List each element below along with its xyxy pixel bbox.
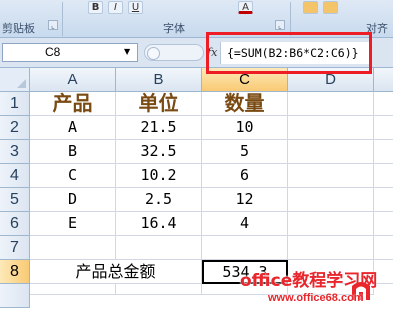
cell-a5[interactable]: D — [30, 188, 116, 212]
table-row: B 32.5 5 — [30, 140, 393, 164]
cell-a3[interactable]: B — [30, 140, 116, 164]
cell-e6[interactable] — [374, 212, 393, 236]
ribbon-group-clipboard: 剪贴板 — [2, 23, 35, 35]
table-row: A 21.5 10 — [30, 116, 393, 140]
align-button[interactable] — [303, 1, 318, 14]
cell-e7[interactable] — [374, 236, 393, 260]
cell-b9[interactable] — [116, 284, 202, 295]
cell-b7[interactable] — [116, 236, 202, 260]
table-row: E 16.4 4 — [30, 212, 393, 236]
watermark-url: www.office68.com — [268, 292, 364, 304]
row-header[interactable]: 5 — [0, 188, 30, 212]
row-header[interactable]: 1 — [0, 92, 30, 116]
cell-e3[interactable] — [374, 140, 393, 164]
row-header[interactable]: 8 — [0, 260, 30, 284]
cell-b4[interactable]: 10.2 — [116, 164, 202, 188]
italic-button[interactable]: I — [108, 1, 123, 14]
cell-e4[interactable] — [374, 164, 393, 188]
cell-a6[interactable]: E — [30, 212, 116, 236]
select-all-button[interactable] — [0, 68, 30, 92]
cell-a2[interactable]: A — [30, 116, 116, 140]
cell-e1[interactable] — [374, 92, 393, 116]
table-row — [30, 236, 393, 260]
table-row: D 2.5 12 — [30, 188, 393, 212]
cell-d7[interactable] — [288, 236, 374, 260]
cell-a9[interactable] — [30, 284, 116, 295]
row-header[interactable]: 7 — [0, 236, 30, 260]
cell-a8-total-label[interactable]: 产品总金额 — [30, 260, 202, 284]
cell-c3[interactable]: 5 — [202, 140, 288, 164]
worksheet-grid: 产品 单位 数量 A 21.5 10 B 32.5 5 C 10.2 6 D 2… — [30, 92, 393, 295]
cell-c4[interactable]: 6 — [202, 164, 288, 188]
cell-c2[interactable]: 10 — [202, 116, 288, 140]
row-header[interactable] — [0, 284, 30, 308]
ribbon-separator — [290, 2, 291, 36]
clipboard-launcher-icon[interactable]: ⌞ — [48, 20, 58, 30]
ribbon-separator — [62, 2, 63, 36]
column-header-b[interactable]: B — [116, 68, 202, 92]
column-header-a[interactable]: A — [30, 68, 116, 92]
cell-a1[interactable]: 产品 — [30, 92, 116, 116]
formula-highlight-box — [206, 32, 372, 74]
row-header[interactable]: 2 — [0, 116, 30, 140]
column-header-e[interactable] — [374, 68, 393, 92]
cell-c7[interactable] — [202, 236, 288, 260]
cell-d5[interactable] — [288, 188, 374, 212]
cell-e5[interactable] — [374, 188, 393, 212]
font-launcher-icon[interactable]: ⌞ — [275, 20, 285, 30]
chevron-down-icon[interactable]: ▼ — [124, 47, 130, 56]
cell-a4[interactable]: C — [30, 164, 116, 188]
cell-b3[interactable]: 32.5 — [116, 140, 202, 164]
orientation-button[interactable] — [323, 1, 338, 14]
cell-b5[interactable]: 2.5 — [116, 188, 202, 212]
cell-b6[interactable]: 16.4 — [116, 212, 202, 236]
table-row: C 10.2 6 — [30, 164, 393, 188]
cell-d6[interactable] — [288, 212, 374, 236]
cell-d2[interactable] — [288, 116, 374, 140]
cell-a7[interactable] — [30, 236, 116, 260]
cell-b2[interactable]: 21.5 — [116, 116, 202, 140]
table-row: 产品 单位 数量 — [30, 92, 393, 116]
cell-b1[interactable]: 单位 — [116, 92, 202, 116]
font-color-button[interactable]: A — [238, 1, 253, 14]
row-header[interactable]: 6 — [0, 212, 30, 236]
cell-d3[interactable] — [288, 140, 374, 164]
bold-button[interactable]: B — [88, 1, 103, 14]
underline-button[interactable]: U — [128, 1, 143, 14]
row-header[interactable]: 3 — [0, 140, 30, 164]
ribbon-group-font: 字体 — [163, 23, 185, 35]
cell-c6[interactable]: 4 — [202, 212, 288, 236]
cell-c1[interactable]: 数量 — [202, 92, 288, 116]
row-headers: 1 2 3 4 5 6 7 8 — [0, 92, 30, 308]
cell-c5[interactable]: 12 — [202, 188, 288, 212]
cell-d1[interactable] — [288, 92, 374, 116]
name-box[interactable]: C8 — [2, 43, 138, 62]
formula-bar-resize-handle[interactable] — [144, 44, 204, 61]
cell-e2[interactable] — [374, 116, 393, 140]
row-header[interactable]: 4 — [0, 164, 30, 188]
cell-d4[interactable] — [288, 164, 374, 188]
